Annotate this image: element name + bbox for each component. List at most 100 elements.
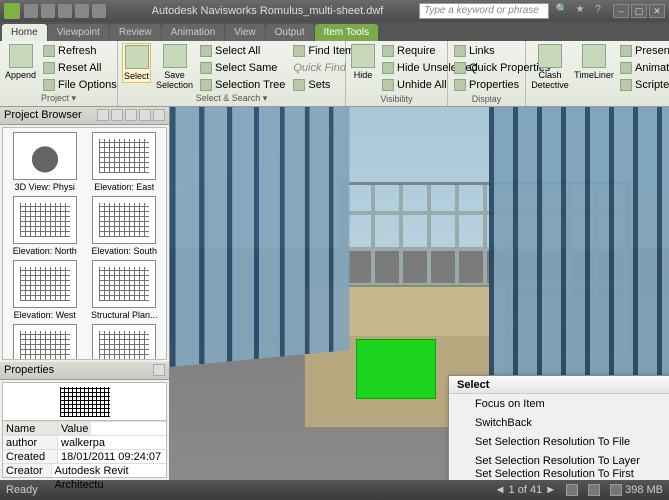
panel-grid-icon[interactable]: [111, 109, 123, 121]
prop-close-icon[interactable]: [153, 364, 165, 376]
thumb-elev-east[interactable]: Elevation: East: [87, 132, 163, 192]
timeliner-button[interactable]: TimeLiner: [574, 43, 614, 81]
hide-button[interactable]: Hide: [350, 43, 376, 81]
hide-unselected-icon: [382, 62, 394, 74]
save-selection-icon: [163, 44, 187, 68]
search-input[interactable]: Type a keyword or phrase: [419, 3, 549, 19]
status-memory: 398 MB: [610, 484, 663, 496]
animator-button[interactable]: Animator: [618, 60, 669, 76]
tab-output[interactable]: Output: [266, 24, 314, 41]
thumbnail-grid: 3D View: Physi Elevation: East Elevation…: [2, 127, 167, 360]
group-title-project: Project ▾: [4, 93, 113, 104]
reset-all-button[interactable]: Reset All: [41, 60, 119, 76]
reset-icon: [43, 62, 55, 74]
ctx-focus[interactable]: Focus on Item: [449, 394, 669, 413]
thumb-elev-south[interactable]: Elevation: South: [87, 196, 163, 256]
properties-header: Properties: [0, 362, 169, 380]
col-name: Name: [3, 422, 58, 435]
select-icon: [125, 45, 149, 69]
ctx-header: Select: [449, 376, 669, 394]
scripter-button[interactable]: Scripter: [618, 77, 669, 93]
clash-icon: [538, 44, 562, 68]
thumb-elev-west[interactable]: Elevation: West: [7, 260, 83, 320]
presenter-icon: [620, 45, 632, 57]
group-title-tools: Tools: [530, 94, 669, 104]
close-button[interactable]: ✕: [649, 4, 665, 18]
help-icons: 🔍 ★ ?: [555, 4, 605, 18]
ribbon: Append Refresh Reset All File Options Pr…: [0, 41, 669, 107]
thumb-extra-1[interactable]: [7, 324, 83, 360]
append-button[interactable]: Append: [4, 43, 37, 81]
quick-access-toolbar: [24, 4, 106, 18]
quickprops-icon: [454, 62, 466, 74]
panel-close-icon[interactable]: [153, 109, 165, 121]
property-preview: [3, 383, 166, 421]
tree-icon: [200, 79, 212, 91]
tab-animation[interactable]: Animation: [162, 24, 224, 41]
select-same-button[interactable]: Select Same: [198, 60, 287, 76]
star-icon[interactable]: ★: [573, 4, 587, 18]
maximize-button[interactable]: ▢: [631, 4, 647, 18]
ctx-res-first[interactable]: Set Selection Resolution To First Object: [449, 470, 669, 480]
infocentre-search-icon[interactable]: 🔍: [555, 4, 569, 18]
panel-list-icon[interactable]: [97, 109, 109, 121]
qat-open-icon[interactable]: [24, 4, 38, 18]
properties-grid: NameValue authorwalkerpa Created18/01/20…: [2, 382, 167, 478]
thumb-extra-2[interactable]: [87, 324, 163, 360]
title-bar: Autodesk Navisworks Romulus_multi-sheet.…: [0, 0, 669, 22]
thumb-structural[interactable]: Structural Plan...: [87, 260, 163, 320]
group-title-visibility: Visibility: [350, 94, 443, 104]
status-pencil-icon: [588, 484, 600, 496]
sheet-nav[interactable]: ◄1 of 41►: [495, 484, 556, 496]
presenter-button[interactable]: Presenter: [618, 43, 669, 59]
ctx-switchback[interactable]: SwitchBack: [449, 413, 669, 432]
project-browser-title: Project Browser: [4, 109, 82, 122]
fileopts-icon: [43, 79, 55, 91]
context-menu: Select Focus on Item SwitchBack Set Sele…: [448, 375, 669, 480]
3d-viewport[interactable]: Select Focus on Item SwitchBack Set Sele…: [170, 107, 669, 480]
append-icon: [9, 44, 33, 68]
minimize-button[interactable]: –: [613, 4, 629, 18]
status-ready: Ready: [6, 484, 38, 496]
select-same-icon: [200, 62, 212, 74]
app-logo-icon[interactable]: [4, 3, 20, 19]
animator-icon: [620, 62, 632, 74]
help-icon[interactable]: ?: [591, 4, 605, 18]
tab-review[interactable]: Review: [110, 24, 161, 41]
thumb-3dview[interactable]: 3D View: Physi: [7, 132, 83, 192]
building-left-tower: [170, 107, 349, 367]
project-browser-header: Project Browser: [0, 107, 169, 125]
group-title-display: Display: [452, 94, 521, 104]
qat-redo-icon[interactable]: [75, 4, 89, 18]
tab-viewpoint[interactable]: Viewpoint: [48, 24, 109, 41]
file-options-button[interactable]: File Options: [41, 77, 119, 93]
status-disk-icon: [566, 484, 578, 496]
qat-undo-icon[interactable]: [58, 4, 72, 18]
select-all-button[interactable]: Select All: [198, 43, 287, 59]
panel-thumb-icon[interactable]: [125, 109, 137, 121]
tab-view[interactable]: View: [225, 24, 265, 41]
clash-detective-button[interactable]: Clash Detective: [530, 43, 570, 91]
selection-tree-button[interactable]: Selection Tree: [198, 77, 287, 93]
ctx-res-file[interactable]: Set Selection Resolution To File: [449, 432, 669, 451]
tab-item-tools[interactable]: Item Tools: [315, 24, 378, 41]
qat-select-icon[interactable]: [92, 4, 106, 18]
thumb-elev-north[interactable]: Elevation: North: [7, 196, 83, 256]
prop-row-author[interactable]: authorwalkerpa: [3, 435, 166, 449]
properties-title: Properties: [4, 364, 54, 377]
prop-row-creator[interactable]: CreatorAutodesk Revit Architectu: [3, 463, 166, 477]
tab-home[interactable]: Home: [2, 24, 47, 41]
refresh-icon: [43, 45, 55, 57]
refresh-button[interactable]: Refresh: [41, 43, 119, 59]
qat-save-icon[interactable]: [41, 4, 55, 18]
find-icon: [293, 45, 305, 57]
select-button[interactable]: Select: [122, 43, 151, 83]
panel-opts-icon[interactable]: [139, 109, 151, 121]
hide-icon: [351, 44, 375, 68]
unhide-icon: [382, 79, 394, 91]
timeliner-icon: [582, 44, 606, 68]
select-all-icon: [200, 45, 212, 57]
group-title-select: Select & Search ▾: [122, 93, 341, 104]
save-selection-button[interactable]: Save Selection: [155, 43, 194, 91]
prop-row-created[interactable]: Created18/01/2011 09:24:07: [3, 449, 166, 463]
